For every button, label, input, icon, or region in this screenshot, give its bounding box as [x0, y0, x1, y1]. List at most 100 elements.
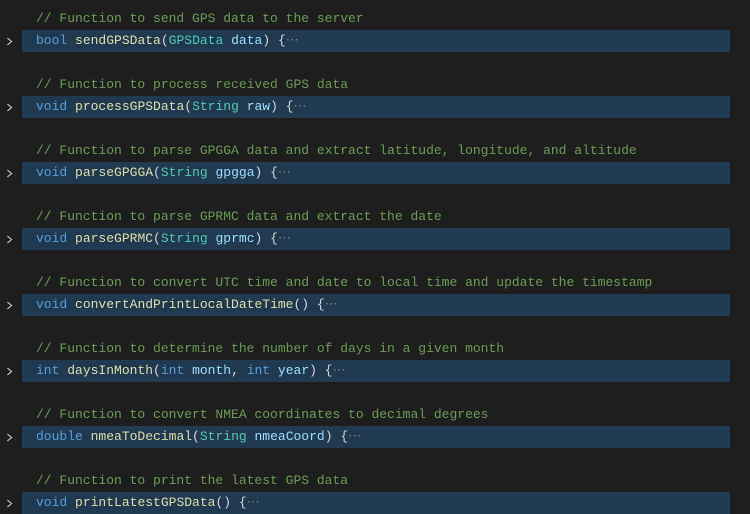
param-name: nmeaCoord	[254, 429, 324, 444]
param-name: gpgga	[215, 165, 254, 180]
close-paren: )	[223, 495, 231, 510]
close-paren: )	[255, 165, 263, 180]
function-signature[interactable]: void printLatestGPSData() {⋯	[0, 492, 750, 514]
param-type: String	[161, 165, 208, 180]
comment-text: // Function to convert NMEA coordinates …	[36, 404, 488, 426]
close-paren: )	[309, 363, 317, 378]
fold-ellipsis-icon[interactable]: ⋯	[325, 297, 338, 312]
folded-region-highlight: void printLatestGPSData() {⋯	[22, 492, 730, 514]
param-separator: ,	[231, 363, 247, 378]
folded-region-highlight: bool sendGPSData(GPSData data) {⋯	[22, 30, 730, 52]
function-name: printLatestGPSData	[75, 495, 215, 510]
open-brace: {	[286, 99, 294, 114]
close-paren: )	[262, 33, 270, 48]
close-paren: )	[270, 99, 278, 114]
function-name: parseGPRMC	[75, 231, 153, 246]
comment-line: // Function to determine the number of d…	[0, 338, 750, 360]
open-paren: (	[153, 165, 161, 180]
comment-line: // Function to send GPS data to the serv…	[0, 8, 750, 30]
close-paren: )	[255, 231, 263, 246]
param-name: gprmc	[215, 231, 254, 246]
function-signature[interactable]: void processGPSData(String raw) {⋯	[0, 96, 750, 118]
blank-line	[0, 52, 750, 74]
function-signature[interactable]: void convertAndPrintLocalDateTime() {⋯	[0, 294, 750, 316]
return-type: void	[36, 165, 67, 180]
fold-chevron-icon[interactable]	[4, 168, 18, 179]
open-paren: (	[153, 363, 161, 378]
folded-region-highlight: void parseGPGGA(String gpgga) {⋯	[22, 162, 730, 184]
open-paren: (	[153, 231, 161, 246]
param-name: year	[278, 363, 309, 378]
param-type: GPSData	[169, 33, 224, 48]
code-editor[interactable]: // Function to send GPS data to the serv…	[0, 0, 750, 514]
fold-ellipsis-icon[interactable]: ⋯	[294, 99, 307, 114]
open-brace: {	[239, 495, 247, 510]
comment-text: // Function to parse GPGGA data and extr…	[36, 140, 637, 162]
folded-region-highlight: double nmeaToDecimal(String nmeaCoord) {…	[22, 426, 730, 448]
param-type: String	[200, 429, 247, 444]
fold-chevron-icon[interactable]	[4, 366, 18, 377]
fold-ellipsis-icon[interactable]: ⋯	[333, 363, 346, 378]
param-name: data	[231, 33, 262, 48]
comment-line: // Function to parse GPGGA data and extr…	[0, 140, 750, 162]
function-name: convertAndPrintLocalDateTime	[75, 297, 293, 312]
open-brace: {	[278, 33, 286, 48]
blank-line	[0, 382, 750, 404]
comment-text: // Function to send GPS data to the serv…	[36, 8, 364, 30]
fold-ellipsis-icon[interactable]: ⋯	[278, 165, 291, 180]
param-type: String	[192, 99, 239, 114]
folded-region-highlight: void parseGPRMC(String gprmc) {⋯	[22, 228, 730, 250]
folded-region-highlight: int daysInMonth(int month, int year) {⋯	[22, 360, 730, 382]
return-type: double	[36, 429, 83, 444]
param-type: String	[161, 231, 208, 246]
comment-text: // Function to convert UTC time and date…	[36, 272, 652, 294]
open-brace: {	[270, 231, 278, 246]
open-brace: {	[325, 363, 333, 378]
blank-line	[0, 250, 750, 272]
comment-text: // Function to determine the number of d…	[36, 338, 504, 360]
comment-text: // Function to print the latest GPS data	[36, 470, 348, 492]
return-type: void	[36, 297, 67, 312]
param-name: month	[192, 363, 231, 378]
function-name: parseGPGGA	[75, 165, 153, 180]
function-signature[interactable]: int daysInMonth(int month, int year) {⋯	[0, 360, 750, 382]
open-paren: (	[161, 33, 169, 48]
function-signature[interactable]: void parseGPGGA(String gpgga) {⋯	[0, 162, 750, 184]
blank-line	[0, 118, 750, 140]
function-name: sendGPSData	[75, 33, 161, 48]
comment-line: // Function to convert NMEA coordinates …	[0, 404, 750, 426]
function-name: daysInMonth	[67, 363, 153, 378]
blank-line	[0, 184, 750, 206]
return-type: void	[36, 231, 67, 246]
open-paren: (	[184, 99, 192, 114]
function-signature[interactable]: double nmeaToDecimal(String nmeaCoord) {…	[0, 426, 750, 448]
blank-line	[0, 316, 750, 338]
fold-chevron-icon[interactable]	[4, 234, 18, 245]
open-brace: {	[317, 297, 325, 312]
comment-line: // Function to process received GPS data	[0, 74, 750, 96]
fold-ellipsis-icon[interactable]: ⋯	[286, 33, 299, 48]
fold-chevron-icon[interactable]	[4, 300, 18, 311]
function-name: nmeaToDecimal	[91, 429, 192, 444]
param-name: raw	[247, 99, 270, 114]
fold-chevron-icon[interactable]	[4, 102, 18, 113]
function-name: processGPSData	[75, 99, 184, 114]
folded-region-highlight: void processGPSData(String raw) {⋯	[22, 96, 730, 118]
fold-ellipsis-icon[interactable]: ⋯	[348, 429, 361, 444]
function-signature[interactable]: void parseGPRMC(String gprmc) {⋯	[0, 228, 750, 250]
folded-region-highlight: void convertAndPrintLocalDateTime() {⋯	[22, 294, 730, 316]
comment-line: // Function to convert UTC time and date…	[0, 272, 750, 294]
param-type: int	[161, 363, 184, 378]
close-paren: )	[325, 429, 333, 444]
fold-ellipsis-icon[interactable]: ⋯	[278, 231, 291, 246]
comment-text: // Function to parse GPRMC data and extr…	[36, 206, 442, 228]
fold-ellipsis-icon[interactable]: ⋯	[247, 495, 260, 510]
fold-chevron-icon[interactable]	[4, 432, 18, 443]
function-signature[interactable]: bool sendGPSData(GPSData data) {⋯	[0, 30, 750, 52]
comment-text: // Function to process received GPS data	[36, 74, 348, 96]
comment-line: // Function to print the latest GPS data	[0, 470, 750, 492]
param-type: int	[247, 363, 270, 378]
fold-chevron-icon[interactable]	[4, 498, 18, 509]
fold-chevron-icon[interactable]	[4, 36, 18, 47]
close-paren: )	[301, 297, 309, 312]
